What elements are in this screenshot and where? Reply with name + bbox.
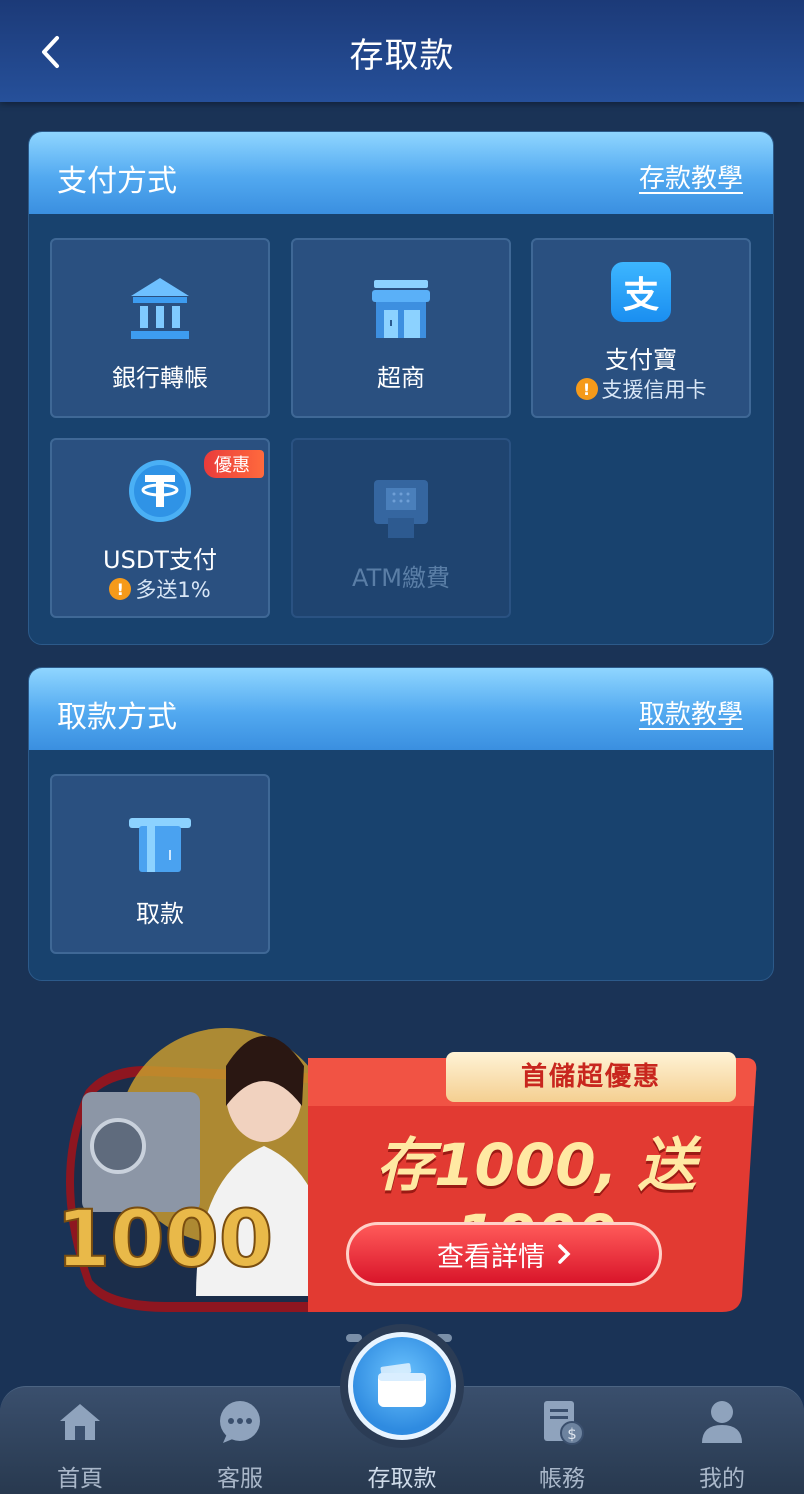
deposit-section-title: 支付方式	[57, 164, 177, 199]
withdraw-tutorial-link[interactable]: 取款教學	[639, 694, 743, 731]
method-label: USDT支付	[103, 546, 217, 574]
wallet-icon	[378, 1363, 426, 1407]
nav-label: 我的	[699, 1466, 745, 1492]
method-bank-transfer[interactable]: 銀行轉帳	[50, 238, 270, 418]
carousel-dot[interactable]	[436, 1334, 452, 1342]
atm-icon	[374, 480, 428, 538]
chevron-right-icon	[558, 1244, 571, 1264]
home-icon	[60, 1404, 100, 1440]
page-title: 存取款	[349, 36, 455, 76]
chat-icon	[220, 1401, 260, 1443]
warning-icon: !	[109, 578, 132, 600]
user-icon	[702, 1401, 742, 1443]
promo-badge: 優惠	[204, 450, 264, 478]
top-header: 存取款	[0, 0, 804, 102]
view-details-button[interactable]: 查看詳情	[346, 1222, 662, 1286]
method-label: ATM繳費	[352, 564, 450, 592]
alipay-icon: 支	[611, 262, 671, 322]
promo-ribbon: 首儲超優惠	[446, 1052, 736, 1102]
deposit-section-header: 支付方式 存款教學	[29, 132, 773, 214]
method-alipay[interactable]: 支 支付寶 ! 支援信用卡	[531, 238, 751, 418]
method-note: ! 多送1%	[52, 574, 268, 604]
bank-icon	[131, 278, 189, 339]
nav-support[interactable]: 客服	[180, 1397, 300, 1493]
method-note: ! 支援信用卡	[533, 374, 749, 404]
amount-art-text: 1000	[56, 1195, 273, 1285]
deposit-tutorial-link[interactable]: 存款教學	[639, 158, 743, 195]
card-icon	[129, 818, 191, 872]
nav-label: 首頁	[57, 1466, 103, 1492]
method-atm: ATM繳費	[291, 438, 511, 618]
center-wallet-button[interactable]	[348, 1332, 456, 1440]
carousel-dot[interactable]	[346, 1334, 362, 1342]
method-withdraw[interactable]: 取款	[50, 774, 270, 954]
view-details-label: 查看詳情	[437, 1241, 545, 1273]
promo-banner[interactable]: 1000 首儲超優惠 存1000, 送1000 查看詳情	[46, 996, 758, 1316]
svg-text:$: $	[567, 1425, 577, 1443]
warning-icon: !	[575, 378, 598, 400]
withdraw-section-title: 取款方式	[57, 700, 177, 735]
method-convenience-store[interactable]: 超商	[291, 238, 511, 418]
statement-icon: $	[544, 1401, 584, 1445]
method-label: 支付寶	[605, 346, 677, 374]
usdt-icon	[129, 460, 191, 522]
nav-label: 帳務	[539, 1466, 585, 1492]
store-icon	[372, 280, 430, 338]
method-label: 銀行轉帳	[112, 364, 208, 392]
nav-account[interactable]: $ 帳務	[502, 1397, 622, 1493]
withdraw-section: 取款方式 取款教學 取款	[28, 667, 774, 981]
method-label: 取款	[136, 900, 184, 928]
method-label: 超商	[377, 364, 425, 392]
nav-home[interactable]: 首頁	[20, 1397, 140, 1493]
nav-label: 客服	[217, 1466, 263, 1492]
method-usdt[interactable]: 優惠 USDT支付 ! 多送1%	[50, 438, 270, 618]
nav-profile[interactable]: 我的	[662, 1397, 782, 1493]
deposit-section: 支付方式 存款教學 銀行轉帳 超商 支 支付寶 ! 支援信用卡 優惠 USDT支…	[28, 131, 774, 645]
withdraw-section-header: 取款方式 取款教學	[29, 668, 773, 750]
nav-label: 存取款	[367, 1466, 437, 1492]
